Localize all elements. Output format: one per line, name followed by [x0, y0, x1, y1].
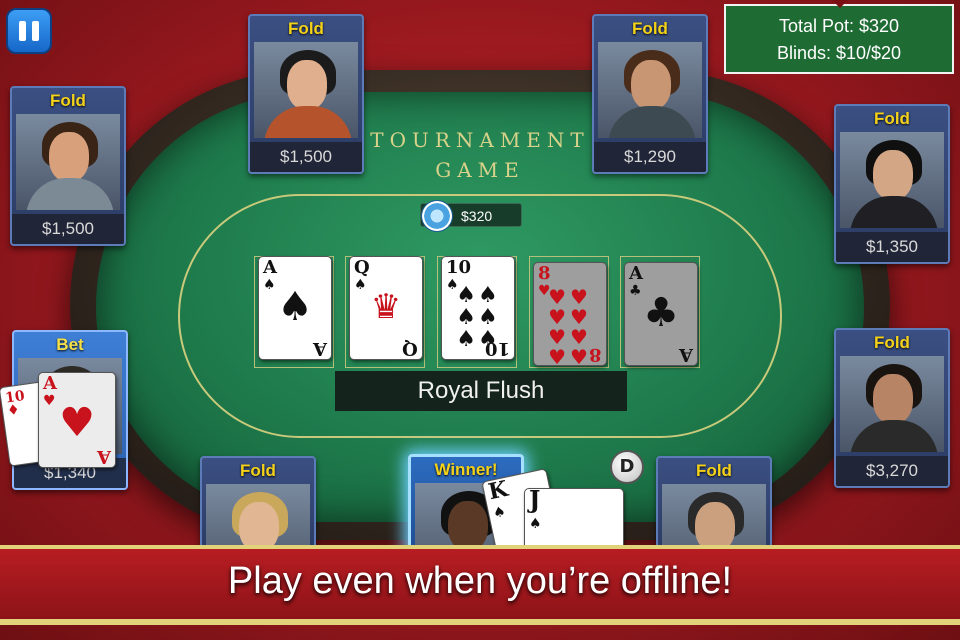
blinds-text: Blinds: $10/$20: [776, 43, 902, 63]
hand-name-label: Royal Flush: [335, 371, 627, 411]
player-seat-bottom-left[interactable]: Fold: [200, 456, 316, 556]
player-seat-top-right[interactable]: Fold $1,290: [592, 14, 708, 174]
pot-info-box: Total Pot: $320 Blinds: $10/$20: [724, 0, 954, 74]
player-status: Fold: [874, 109, 910, 128]
player-chip-count: $1,350: [836, 232, 948, 262]
player-hole-card: A ♥ ♥ A: [38, 372, 116, 468]
pot-amount: $320: [461, 208, 493, 224]
player-chip-count: $1,500: [250, 142, 362, 172]
player-avatar: [254, 42, 358, 138]
community-card: A ♣ ♣ A: [624, 262, 698, 366]
pause-icon: [19, 21, 26, 41]
player-status: Fold: [240, 461, 276, 480]
queen-face-icon: ♛: [370, 287, 402, 327]
player-chip-count: $1,500: [12, 214, 124, 244]
player-chip-count: $1,290: [594, 142, 706, 172]
table-title-line1: TOURNAMENT: [370, 128, 590, 152]
community-card: A ♠ ♠ A: [258, 256, 332, 360]
player-status: Fold: [288, 19, 324, 38]
player-avatar: [16, 114, 120, 210]
promo-banner-text: Play even when you’re offline!: [227, 560, 733, 602]
total-pot-text: Total Pot: $320: [778, 16, 900, 36]
dealer-button: D: [610, 450, 644, 484]
player-chip-count: $3,270: [836, 456, 948, 486]
player-status: Fold: [874, 333, 910, 352]
player-seat-top-left[interactable]: Fold $1,500: [248, 14, 364, 174]
player-avatar: [840, 356, 944, 452]
player-seat-right-lower[interactable]: Fold $3,270: [834, 328, 950, 488]
pot-display: $320: [420, 200, 522, 232]
community-card: 8 ♥ ♥♥ ♥♥ ♥♥ ♥♥ 8: [533, 262, 607, 367]
player-seat-right-upper[interactable]: Fold $1,350: [834, 104, 950, 264]
player-status: Fold: [696, 461, 732, 480]
table-title-line2: GAME: [435, 158, 525, 182]
community-card: Q ♠ ♛ Q: [349, 256, 423, 360]
community-card: 10 ♠ ♠♠ ♠♠ ♠♠ 10: [441, 256, 515, 360]
player-avatar: [840, 132, 944, 228]
chip-icon: [421, 200, 453, 232]
player-seat-bottom-right[interactable]: Fold: [656, 456, 772, 556]
player-status: Bet: [56, 335, 84, 354]
pause-button[interactable]: [6, 8, 52, 54]
player-status: Fold: [632, 19, 668, 38]
player-status: Fold: [50, 91, 86, 110]
player-seat-left-upper[interactable]: Fold $1,500: [10, 86, 126, 246]
player-avatar: [598, 42, 702, 138]
